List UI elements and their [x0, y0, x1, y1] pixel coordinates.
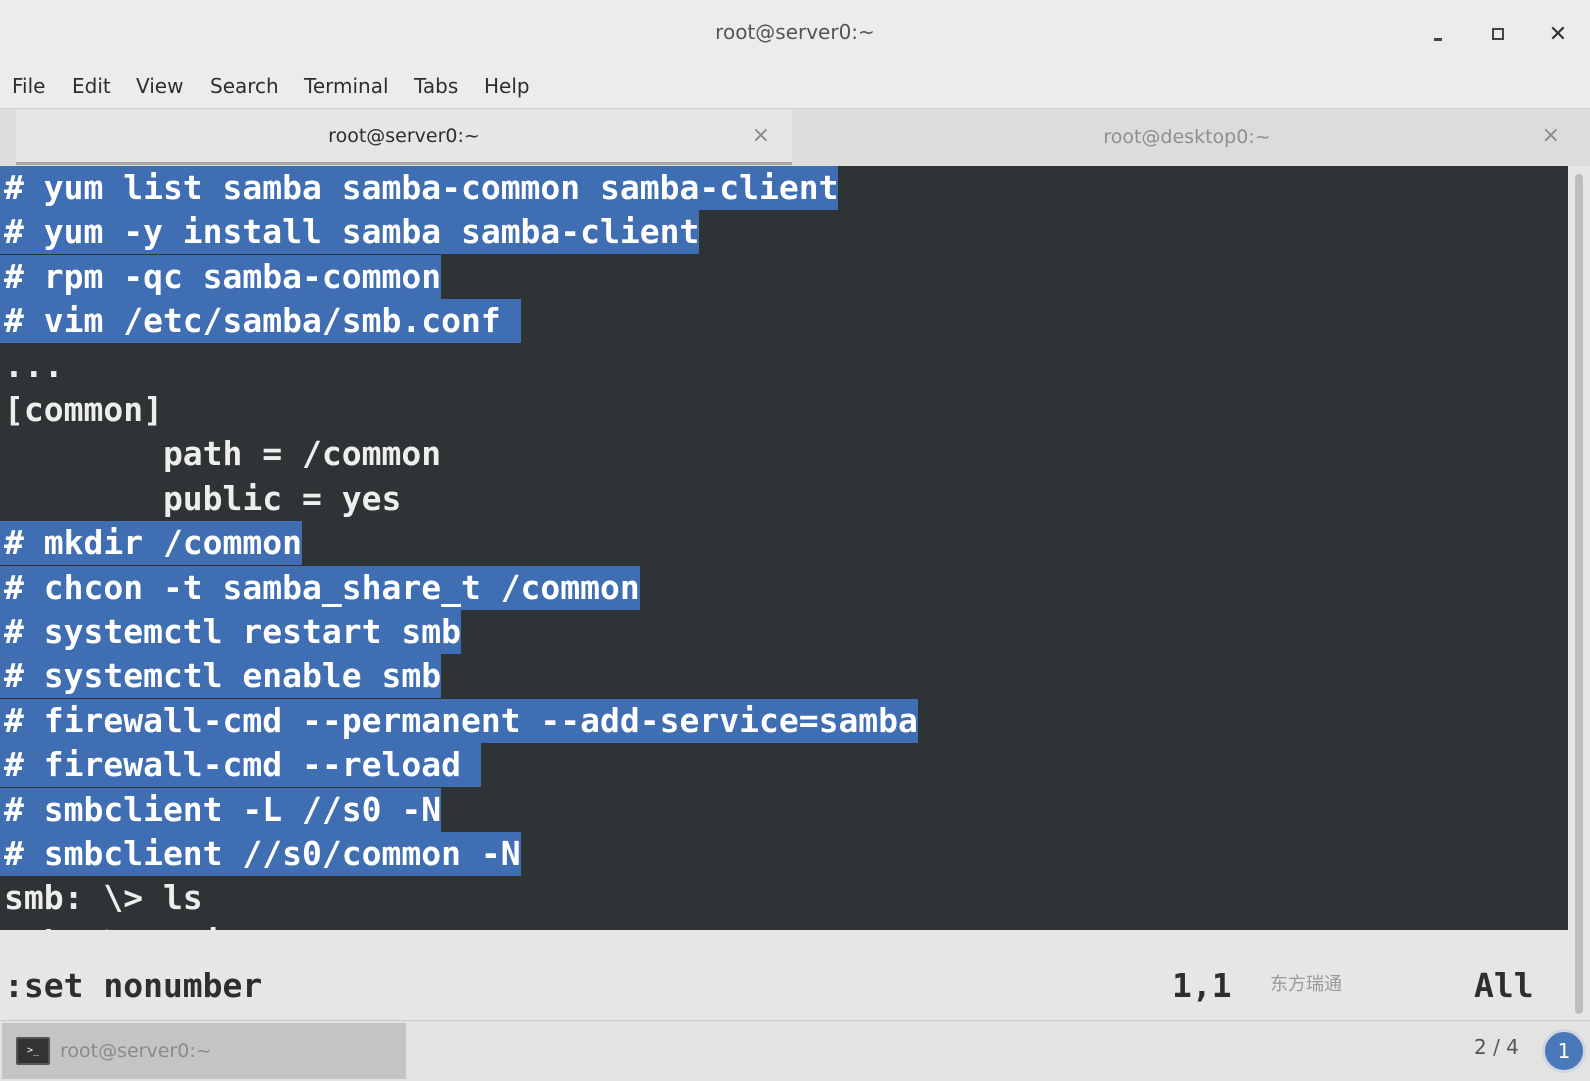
terminal-line: # mkdir /common	[0, 521, 303, 566]
terminal-line: smb: \> ls	[4, 878, 203, 918]
terminal-scrollbar[interactable]	[1568, 166, 1590, 1020]
vim-cursor-position: 1,1	[1172, 966, 1232, 1005]
taskbar-window-button[interactable]: >_ root@server0:~	[2, 1023, 406, 1079]
taskbar: >_ root@server0:~ 2 / 4 1	[0, 1020, 1590, 1081]
minimize-icon	[1434, 37, 1442, 41]
terminal-line: public = yes	[4, 478, 402, 518]
scrollbar-thumb[interactable]	[1575, 174, 1583, 1014]
menu-tabs[interactable]: Tabs	[414, 74, 458, 98]
workspace-indicator[interactable]: 2 / 4	[1474, 1035, 1519, 1059]
taskbar-window-label: root@server0:~	[60, 1040, 212, 1062]
vim-scroll-status: All	[1474, 966, 1534, 1005]
minimize-button[interactable]	[1418, 14, 1458, 54]
terminal-line: # smbclient -L //s0 -N	[0, 787, 442, 832]
terminal-line: # chcon -t samba_share_t /common	[0, 565, 640, 610]
terminal-line: # systemctl restart smb	[0, 610, 461, 654]
menu-file[interactable]: File	[12, 74, 45, 98]
terminal-line: # firewall-cmd --permanent --add-service…	[0, 698, 918, 743]
terminal-line: ...	[4, 345, 64, 385]
terminal-line: # rpm -qc samba-common	[0, 254, 442, 299]
terminal-line: # firewall-cmd --reload	[0, 743, 481, 788]
menubar: File Edit View Search Terminal Tabs Help	[0, 66, 1590, 109]
tab-bar: root@server0:~ × root@desktop0:~ ×	[0, 109, 1590, 166]
menu-view[interactable]: View	[136, 74, 183, 98]
tab-label: root@server0:~	[328, 124, 480, 147]
menu-edit[interactable]: Edit	[72, 74, 111, 98]
tab-close-icon[interactable]: ×	[1542, 123, 1560, 148]
terminal-line: # systemctl enable smb	[0, 654, 442, 699]
terminal-line: # vim /etc/samba/smb.conf	[0, 299, 521, 344]
terminal-line: # yum -y install samba samba-client	[0, 210, 700, 255]
close-icon: ✕	[1548, 21, 1568, 47]
window-titlebar[interactable]: root@server0:~ ✕	[0, 0, 1590, 66]
watermark-logo: 东方瑞通	[1270, 974, 1342, 995]
tab-label: root@desktop0:~	[1103, 126, 1271, 148]
terminal-line: [common]	[4, 390, 163, 429]
maximize-icon	[1492, 28, 1504, 40]
tab-server0[interactable]: root@server0:~ ×	[16, 109, 792, 165]
terminal-line: # yum list samba samba-common samba-clie…	[0, 166, 839, 210]
tab-close-icon[interactable]: ×	[752, 123, 770, 148]
notification-icon[interactable]: 1	[1542, 1029, 1586, 1073]
menu-help[interactable]: Help	[484, 74, 530, 98]
vim-command-line: :set nonumber	[4, 966, 263, 1005]
menu-search[interactable]: Search	[210, 74, 279, 98]
close-button[interactable]: ✕	[1538, 14, 1578, 54]
terminal-line: # smbclient //s0/common -N	[0, 832, 521, 876]
menu-terminal[interactable]: Terminal	[304, 74, 389, 98]
window-title: root@server0:~	[715, 20, 875, 44]
maximize-button[interactable]	[1478, 14, 1518, 54]
terminal-icon: >_	[16, 1037, 50, 1065]
terminal-view[interactable]: # yum list samba samba-common samba-clie…	[0, 166, 1568, 1020]
tab-desktop0[interactable]: root@desktop0:~ ×	[792, 109, 1582, 165]
terminal-line: path = /common	[4, 434, 442, 474]
